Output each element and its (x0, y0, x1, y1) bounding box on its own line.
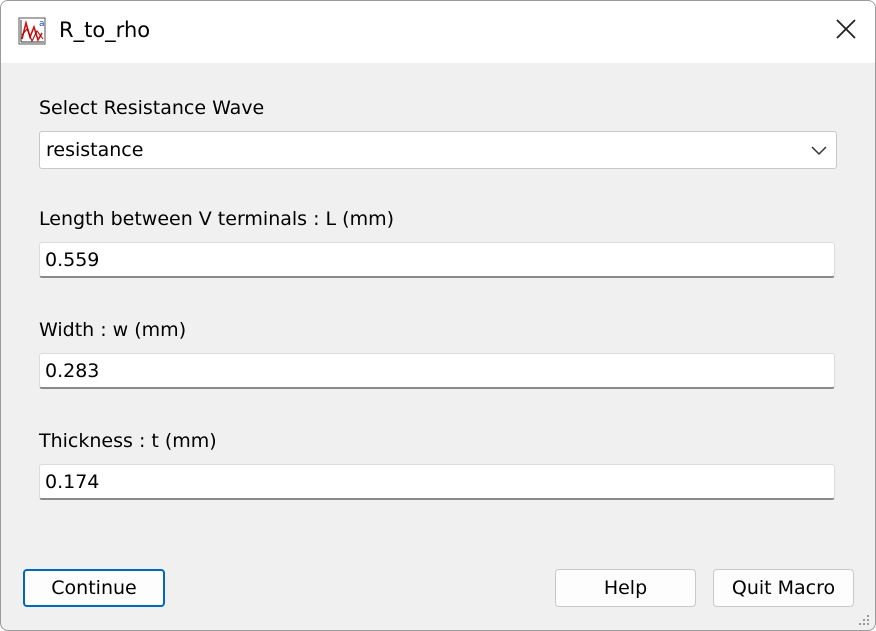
svg-text:a: a (39, 19, 45, 29)
window-title: R_to_rho (59, 18, 151, 42)
width-value: 0.283 (45, 360, 100, 382)
chevron-down-icon (810, 142, 828, 156)
thickness-value: 0.174 (45, 471, 100, 493)
wave-select-value: resistance (46, 139, 144, 161)
thickness-label: Thickness : t (mm) (39, 430, 217, 452)
help-button[interactable]: Help (555, 569, 696, 607)
title-bar[interactable]: a R_to_rho (1, 1, 875, 63)
length-label: Length between V terminals : L (mm) (39, 208, 395, 230)
thickness-input[interactable]: 0.174 (39, 464, 835, 500)
resize-grip-icon[interactable] (857, 612, 871, 626)
continue-button[interactable]: Continue (23, 569, 165, 607)
resistance-wave-select[interactable]: resistance (39, 131, 837, 169)
wave-label: Select Resistance Wave (39, 97, 265, 119)
length-value: 0.559 (45, 249, 100, 271)
quit-macro-button[interactable]: Quit Macro (713, 569, 854, 607)
dialog-window: a R_to_rho Select Resistance Wave resist… (0, 0, 876, 631)
dialog-content: Select Resistance Wave resistance Length… (1, 63, 875, 630)
close-icon (835, 18, 857, 44)
width-label: Width : w (mm) (39, 319, 187, 341)
width-input[interactable]: 0.283 (39, 353, 835, 389)
close-button[interactable] (817, 1, 875, 61)
length-input[interactable]: 0.559 (39, 242, 835, 278)
graph-icon: a (17, 15, 49, 47)
